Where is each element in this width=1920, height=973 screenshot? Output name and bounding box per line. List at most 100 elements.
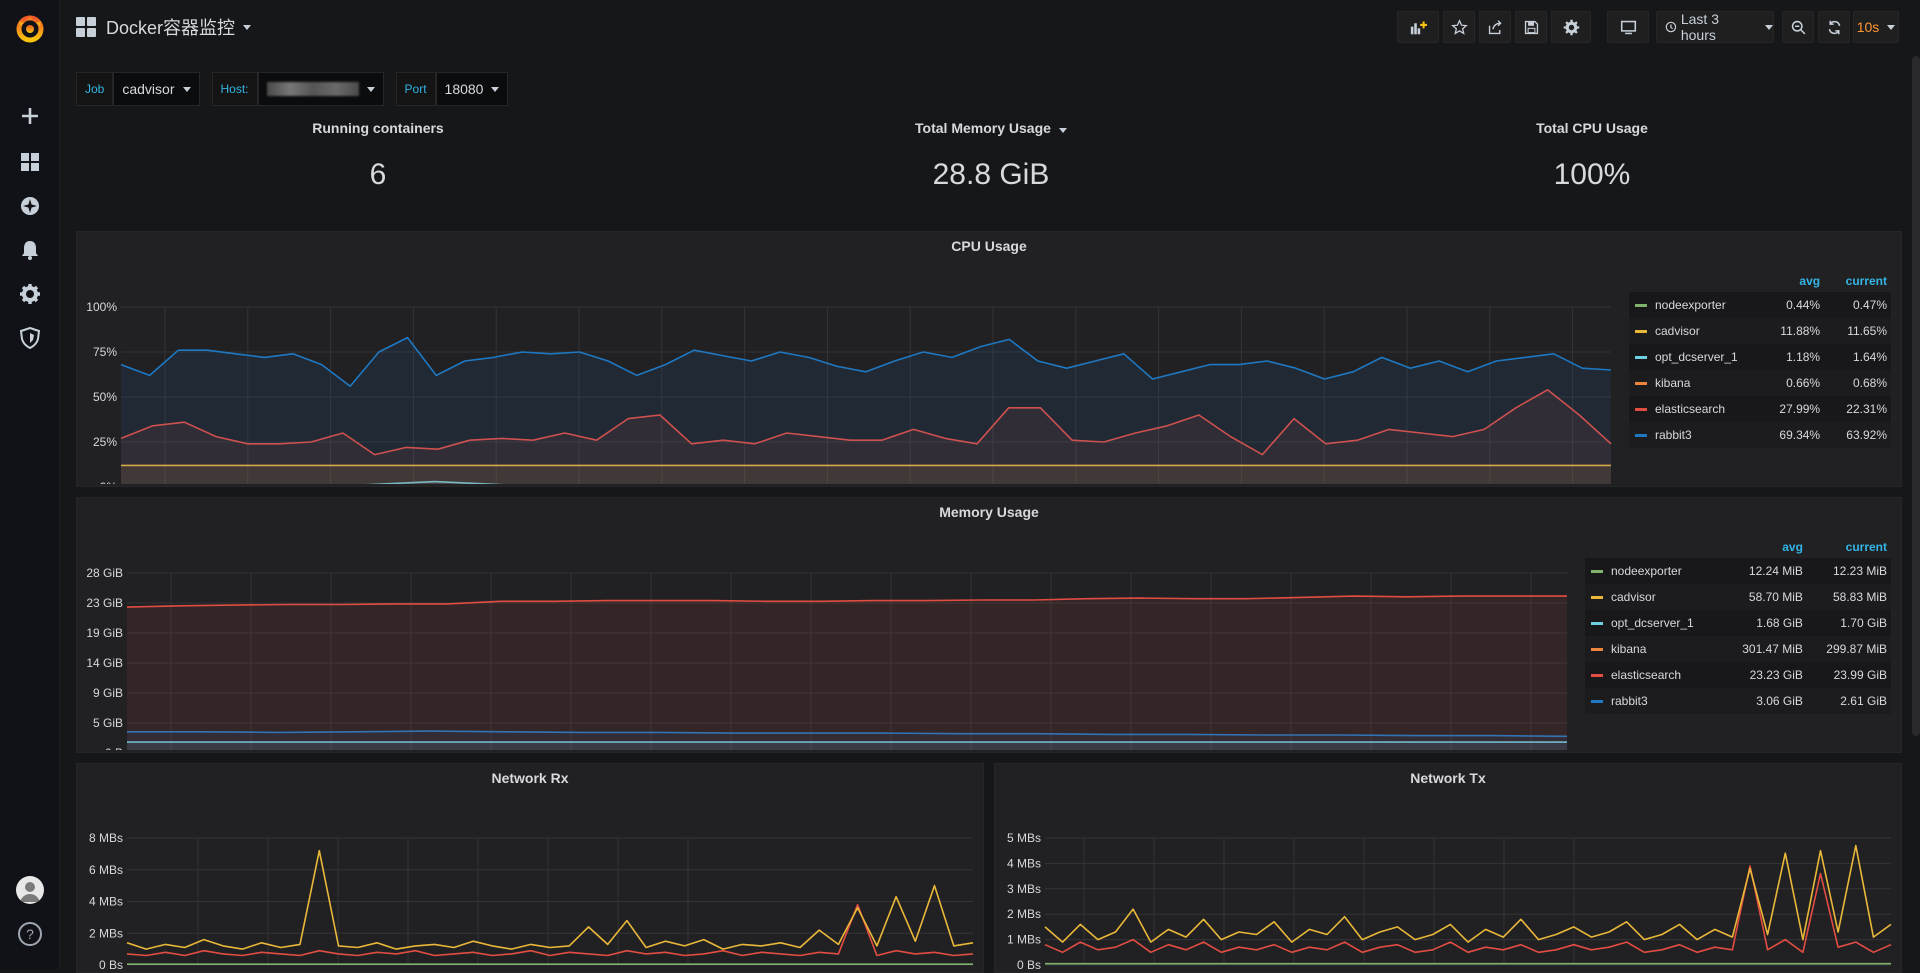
legend-header-current[interactable]: current (1807, 538, 1891, 558)
legend-series-name[interactable]: opt_dcserver_1 (1629, 344, 1765, 370)
refresh-interval-label: 10s (1856, 19, 1880, 35)
alerting-bell-icon[interactable] (18, 238, 42, 262)
explore-compass-icon[interactable] (18, 194, 42, 218)
stat-title-text: Total Memory Usage (915, 120, 1051, 136)
legend-color-swatch[interactable] (1591, 622, 1603, 626)
panel-title[interactable]: Network Tx (995, 770, 1901, 786)
legend-avg-value: 11.88% (1780, 324, 1821, 338)
legend-series-name[interactable]: nodeexporter (1629, 292, 1765, 318)
legend-avg-value: 1.18% (1786, 350, 1821, 364)
legend-avg-value: 3.06 GiB (1756, 694, 1803, 708)
legend-row-rabbit3[interactable]: rabbit3 69.34% 63.92% (1629, 422, 1891, 448)
legend-series-name[interactable]: cadvisor (1629, 318, 1765, 344)
panel-memory-usage: Memory Usage 28 GiB 23 GiB 19 GiB 14 GiB 9 G… (76, 497, 1902, 753)
variable-port: Port 18080 (395, 72, 509, 106)
help-icon[interactable]: ? (18, 922, 42, 946)
panel-title[interactable]: Network Rx (77, 770, 983, 786)
legend-color-swatch[interactable] (1635, 330, 1647, 334)
stat-title[interactable]: Total Memory Usage (688, 120, 1294, 136)
legend-series-name[interactable]: kibana (1629, 370, 1765, 396)
chevron-down-icon (243, 24, 252, 30)
legend-color-swatch[interactable] (1635, 382, 1647, 386)
sidebar: ? (0, 0, 60, 969)
server-admin-shield-icon[interactable] (18, 326, 42, 350)
gear-icon (1563, 19, 1579, 35)
legend-series-name[interactable]: elasticsearch (1629, 396, 1765, 422)
legend-color-swatch[interactable] (1635, 408, 1647, 412)
time-range-picker[interactable]: Last 3 hours (1656, 11, 1774, 43)
refresh-button[interactable] (1818, 11, 1850, 43)
share-dashboard-button[interactable] (1479, 11, 1511, 43)
y-tick-label: 2 MBs (89, 926, 123, 940)
legend-color-swatch[interactable] (1591, 570, 1603, 574)
variable-job-select[interactable]: cadvisor (113, 72, 200, 106)
legend-series-name[interactable]: kibana (1585, 636, 1723, 662)
legend-row-kibana[interactable]: kibana 0.66% 0.68% (1629, 370, 1891, 396)
legend-color-swatch[interactable] (1591, 700, 1603, 704)
legend-header-current[interactable]: current (1824, 272, 1891, 292)
legend-series-label: elasticsearch (1655, 402, 1726, 416)
legend-row-cadvisor[interactable]: cadvisor 58.70 MiB 58.83 MiB (1585, 584, 1891, 610)
legend-row-cadvisor[interactable]: cadvisor 11.88% 11.65% (1629, 318, 1891, 344)
user-avatar[interactable] (16, 876, 44, 904)
refresh-icon (1828, 20, 1840, 34)
legend-color-swatch[interactable] (1635, 356, 1647, 360)
panel-title[interactable]: CPU Usage (77, 238, 1901, 254)
legend-header-avg[interactable]: avg (1723, 538, 1807, 558)
save-dashboard-button[interactable] (1515, 11, 1547, 43)
legend-series-name[interactable]: elasticsearch (1585, 662, 1723, 688)
add-panel-button[interactable] (1397, 11, 1439, 43)
variable-port-select[interactable]: 18080 (435, 72, 509, 106)
legend-avg-value: 27.99% (1779, 402, 1821, 416)
stat-title[interactable]: Total CPU Usage (1302, 120, 1882, 136)
star-dashboard-button[interactable] (1443, 11, 1475, 43)
legend-row-nodeexporter[interactable]: nodeexporter 12.24 MiB 12.23 MiB (1585, 558, 1891, 584)
y-tick-label: 8 MBs (89, 831, 123, 845)
legend-current-value: 23.99 GiB (1833, 668, 1887, 682)
legend-color-swatch[interactable] (1591, 596, 1603, 600)
legend-series-label: nodeexporter (1611, 564, 1682, 578)
network-rx-graph[interactable]: 8 MBs 6 MBs 4 MBs 2 MBs 0 Bs (77, 794, 983, 972)
legend-series-name[interactable]: nodeexporter (1585, 558, 1723, 584)
chevron-down-icon (1887, 24, 1896, 30)
legend-series-label: nodeexporter (1655, 298, 1726, 312)
cycle-view-mode-button[interactable] (1607, 11, 1649, 43)
legend-avg-value: 69.34% (1779, 428, 1821, 442)
panel-title[interactable]: Memory Usage (77, 504, 1901, 520)
legend-color-swatch[interactable] (1635, 304, 1647, 308)
legend-series-name[interactable]: rabbit3 (1629, 422, 1765, 448)
legend-series-name[interactable]: cadvisor (1585, 584, 1723, 610)
dashboard-settings-button[interactable] (1551, 11, 1591, 43)
refresh-interval-picker[interactable]: 10s (1853, 11, 1899, 43)
legend-color-swatch[interactable] (1591, 648, 1603, 652)
legend-color-swatch[interactable] (1635, 434, 1647, 438)
stat-title[interactable]: Running containers (76, 120, 680, 136)
legend-avg-value: 301.47 MiB (1742, 642, 1803, 656)
zoom-out-button[interactable] (1782, 11, 1814, 43)
legend-row-opt-dcserver-1[interactable]: opt_dcserver_1 1.68 GiB 1.70 GiB (1585, 610, 1891, 636)
legend-header-avg[interactable]: avg (1765, 272, 1824, 292)
series-line-cadvisor (1044, 844, 1892, 943)
legend-row-nodeexporter[interactable]: nodeexporter 0.44% 0.47% (1629, 292, 1891, 318)
configuration-gear-icon[interactable] (18, 282, 42, 306)
legend-color-swatch[interactable] (1591, 674, 1603, 678)
legend-row-opt-dcserver-1[interactable]: opt_dcserver_1 1.18% 1.64% (1629, 344, 1891, 370)
dashboard-picker[interactable]: Docker容器监控 (76, 14, 252, 40)
network-tx-graph[interactable]: 5 MBs 4 MBs 3 MBs 2 MBs 1 MBs 0 Bs (995, 794, 1901, 972)
legend-avg-value: 58.70 MiB (1748, 590, 1803, 604)
memory-legend: avg current nodeexporter 12.24 MiB 12.23 Mi… (1585, 538, 1891, 714)
legend-row-elasticsearch[interactable]: elasticsearch 23.23 GiB 23.99 GiB (1585, 662, 1891, 688)
dashboards-icon[interactable] (18, 150, 42, 174)
legend-series-name[interactable]: rabbit3 (1585, 688, 1723, 714)
page-scrollbar[interactable] (1912, 56, 1920, 736)
legend-row-elasticsearch[interactable]: elasticsearch 27.99% 22.31% (1629, 396, 1891, 422)
variable-job-label: Job (76, 72, 114, 106)
cpu-usage-graph[interactable]: 100%75%50%25%0%12:3012:4012:5013:0013:10… (77, 262, 1617, 484)
memory-usage-graph[interactable]: 28 GiB23 GiB19 GiB14 GiB9 GiB5 GiB0 B12:… (77, 528, 1577, 750)
legend-series-name[interactable]: opt_dcserver_1 (1585, 610, 1723, 636)
legend-row-rabbit3[interactable]: rabbit3 3.06 GiB 2.61 GiB (1585, 688, 1891, 714)
legend-row-kibana[interactable]: kibana 301.47 MiB 299.87 MiB (1585, 636, 1891, 662)
grafana-logo-icon[interactable] (14, 12, 46, 44)
variable-host-select[interactable] (257, 72, 384, 106)
plus-icon[interactable] (18, 104, 42, 128)
